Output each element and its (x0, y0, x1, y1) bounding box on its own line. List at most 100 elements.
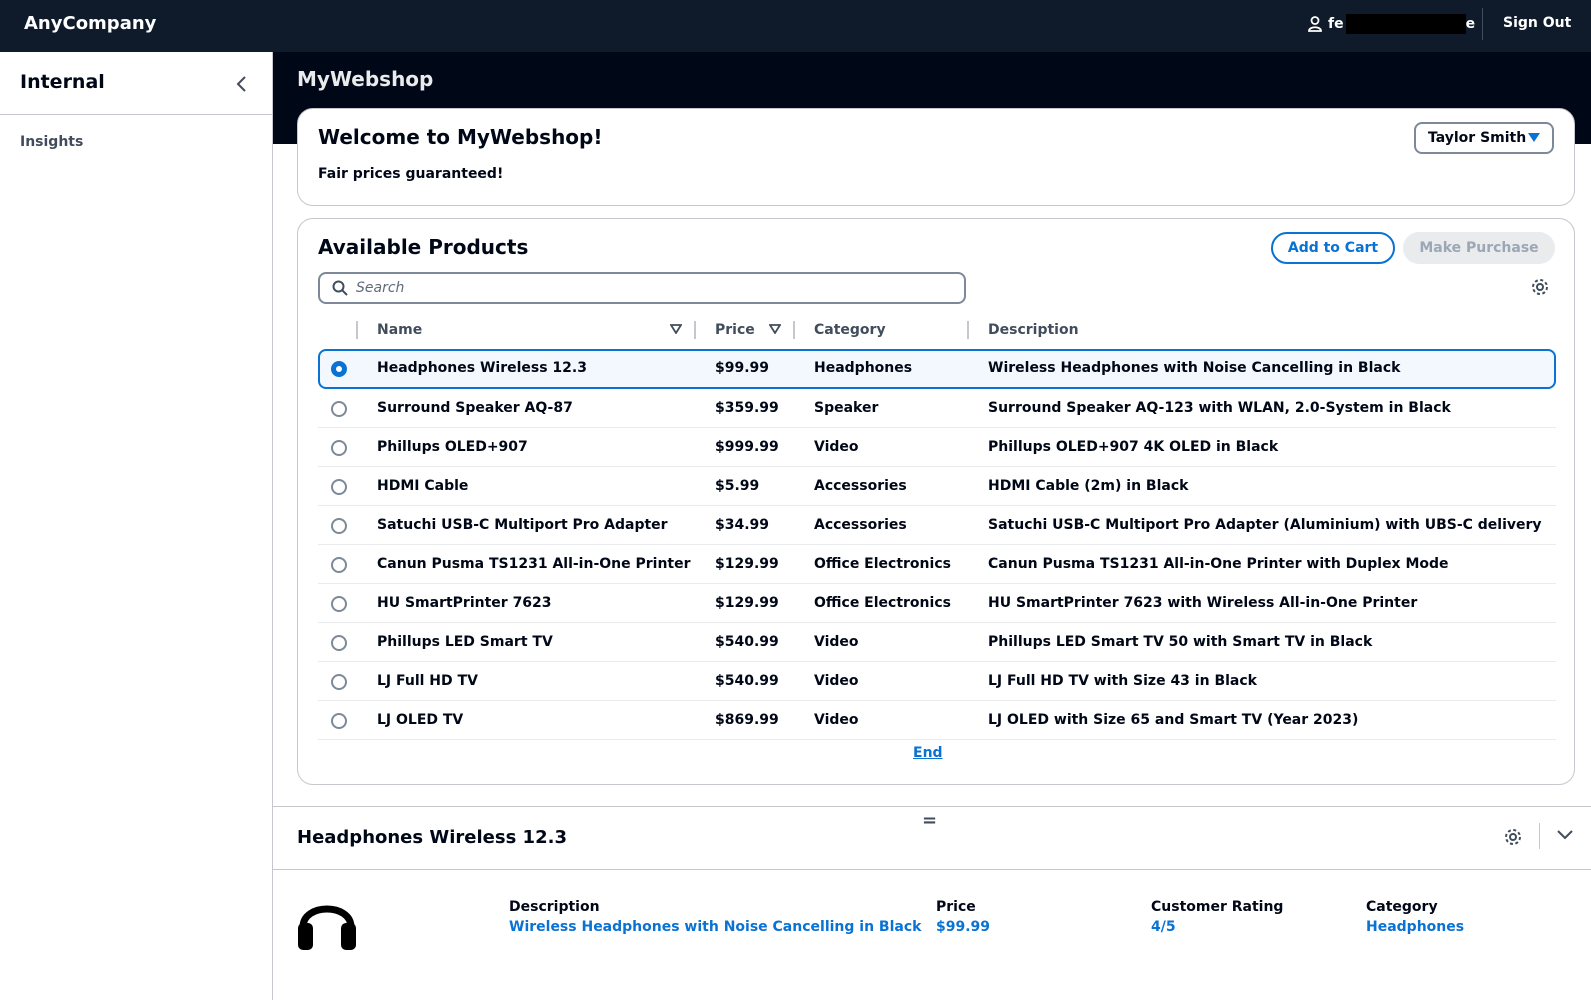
cell-category: Speaker (814, 400, 879, 416)
row-radio-button[interactable] (331, 479, 347, 495)
cell-category: Office Electronics (814, 595, 951, 611)
brand-logo[interactable]: AnyCompany (24, 13, 156, 34)
table-row[interactable]: Phillups LED Smart TV $540.99 Video Phillup… (318, 623, 1556, 662)
row-radio-button[interactable] (331, 713, 347, 729)
settings-gear-icon[interactable] (1503, 827, 1523, 847)
side-nav-header: Internal (0, 52, 272, 115)
cell-name: Phillups LED Smart TV (377, 634, 553, 650)
user-select-value: Taylor Smith (1428, 130, 1527, 146)
search-input[interactable] (356, 280, 936, 296)
detail-rating-value: 4/5 (1151, 919, 1176, 935)
cell-category: Video (814, 439, 859, 455)
sort-down-icon[interactable] (769, 324, 781, 334)
cell-category: Office Electronics (814, 556, 951, 572)
cell-price: $540.99 (715, 673, 779, 689)
split-panel-title: Headphones Wireless 12.3 (297, 827, 567, 848)
table-row[interactable]: Surround Speaker AQ-87 $359.99 Speaker Surr… (318, 389, 1556, 428)
detail-price-value: $99.99 (936, 919, 991, 935)
side-navigation: Internal Insights (0, 52, 273, 1000)
cell-category: Headphones (814, 360, 913, 376)
cell-price: $5.99 (715, 478, 760, 494)
column-divider[interactable] (967, 321, 969, 339)
cell-name: HU SmartPrinter 7623 (377, 595, 552, 611)
sort-down-icon[interactable] (670, 324, 682, 334)
column-divider[interactable] (356, 321, 358, 339)
cell-description: LJ OLED with Size 65 and Smart TV (Year … (988, 712, 1359, 728)
cell-name: LJ Full HD TV (377, 673, 478, 689)
cell-name: Phillups OLED+907 (377, 439, 528, 455)
top-navigation: AnyCompany fe e Sign Out (0, 0, 1591, 52)
column-header-description[interactable]: Description (988, 322, 1079, 338)
row-radio-button[interactable] (331, 518, 347, 534)
table-row[interactable]: Satuchi USB-C Multiport Pro Adapter $34.9… (318, 506, 1556, 545)
cell-category: Accessories (814, 517, 907, 533)
cell-description: HDMI Cable (2m) in Black (988, 478, 1189, 494)
table-row[interactable]: HDMI Cable $5.99 Accessories HDMI Cable (2m… (318, 467, 1556, 506)
user-name-prefix: fe (1328, 16, 1344, 32)
user-menu[interactable]: fe e (1308, 14, 1475, 34)
caret-down-icon (1528, 133, 1540, 142)
welcome-container: Welcome to MyWebshop! Fair prices guaran… (297, 108, 1575, 206)
table-row[interactable]: LJ Full HD TV $540.99 Video LJ Full HD TV w… (318, 662, 1556, 701)
row-radio-button[interactable] (331, 361, 347, 377)
welcome-title: Welcome to MyWebshop! (318, 125, 603, 149)
add-to-cart-button[interactable]: Add to Cart (1271, 232, 1395, 264)
column-header-name[interactable]: Name (377, 322, 422, 338)
table-row[interactable]: LJ OLED TV $869.99 Video LJ OLED with Size … (318, 701, 1556, 740)
column-header-category[interactable]: Category (814, 322, 886, 338)
detail-description-label: Description (509, 899, 600, 915)
split-panel: = Headphones Wireless 12.3 Description W… (273, 806, 1591, 1000)
row-radio-button[interactable] (331, 401, 347, 417)
cell-description: Phillups LED Smart TV 50 with Smart TV i… (988, 634, 1373, 650)
cell-description: Surround Speaker AQ-123 with WLAN, 2.0-S… (988, 400, 1451, 416)
search-icon (332, 280, 348, 296)
cell-price: $129.99 (715, 556, 779, 572)
detail-description-value: Wireless Headphones with Noise Cancellin… (509, 919, 922, 935)
row-radio-button[interactable] (331, 440, 347, 456)
cell-category: Video (814, 634, 859, 650)
detail-price-label: Price (936, 899, 976, 915)
table-body: Headphones Wireless 12.3 $99.99 Headphones… (318, 349, 1556, 740)
side-nav-title: Internal (20, 71, 105, 93)
cell-description: Satuchi USB-C Multiport Pro Adapter (Alu… (988, 517, 1542, 533)
settings-gear-icon[interactable] (1530, 277, 1550, 297)
detail-category-label: Category (1366, 899, 1438, 915)
chevron-left-icon[interactable] (234, 72, 250, 96)
cell-price: $999.99 (715, 439, 779, 455)
resize-handle[interactable]: = (922, 810, 937, 831)
redacted-block (1345, 14, 1466, 34)
table-row[interactable]: Headphones Wireless 12.3 $99.99 Headphones… (318, 349, 1556, 389)
products-title: Available Products (318, 235, 529, 259)
column-header-price[interactable]: Price (715, 322, 755, 338)
sidebar-item-insights[interactable]: Insights (20, 134, 83, 150)
row-radio-button[interactable] (331, 635, 347, 651)
detail-price: Price $99.99 (936, 899, 990, 935)
row-radio-button[interactable] (331, 557, 347, 573)
cell-price: $869.99 (715, 712, 779, 728)
detail-description: Description Wireless Headphones with Noi… (509, 899, 921, 935)
column-divider[interactable] (694, 321, 696, 339)
sign-out-button[interactable]: Sign Out (1503, 15, 1571, 31)
cell-description: Canun Pusma TS1231 All-in-One Printer wi… (988, 556, 1449, 572)
search-field[interactable] (318, 272, 966, 304)
cell-name: Surround Speaker AQ-87 (377, 400, 573, 416)
headphones-icon (298, 905, 356, 950)
cell-price: $129.99 (715, 595, 779, 611)
column-divider[interactable] (793, 321, 795, 339)
row-radio-button[interactable] (331, 674, 347, 690)
nav-divider (1482, 8, 1483, 40)
cell-name: Canun Pusma TS1231 All-in-One Printer (377, 556, 691, 572)
table-row[interactable]: HU SmartPrinter 7623 $129.99 Office Electr… (318, 584, 1556, 623)
cell-price: $540.99 (715, 634, 779, 650)
table-row[interactable]: Phillups OLED+907 $999.99 Video Phillups OL… (318, 428, 1556, 467)
cell-name: HDMI Cable (377, 478, 469, 494)
make-purchase-button[interactable]: Make Purchase (1403, 232, 1555, 264)
chevron-down-icon[interactable] (1556, 829, 1574, 841)
table-row[interactable]: Canun Pusma TS1231 All-in-One Printer $12… (318, 545, 1556, 584)
split-panel-separator (273, 869, 1591, 870)
end-link[interactable]: End (913, 745, 943, 761)
detail-rating: Customer Rating 4/5 (1151, 899, 1283, 935)
row-radio-button[interactable] (331, 596, 347, 612)
cell-category: Video (814, 712, 859, 728)
user-select[interactable]: Taylor Smith (1414, 122, 1554, 154)
